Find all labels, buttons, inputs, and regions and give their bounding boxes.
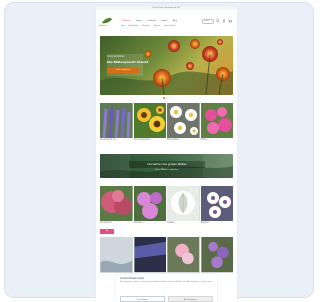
daisy-image [167,103,200,138]
product-tile-c3[interactable] [167,237,200,273]
search-input[interactable]: Suche… [202,18,214,24]
product-tile-hydrangea[interactable] [100,186,133,221]
user-icon[interactable] [222,19,226,23]
cookie-settings-button[interactable]: Einstellungen [120,296,165,302]
product-label[interactable]: Sonnenblumen › [134,138,167,145]
cookie-buttons: Einstellungen Alle akzeptieren [120,296,213,302]
carousel-dot[interactable] [168,97,171,99]
subnav-item-saison[interactable]: Saison [154,24,161,29]
carousel-dot-active[interactable] [162,97,165,99]
phlox-image [200,103,233,138]
carousel-dot[interactable] [165,97,168,99]
site-header: Gärtnerei Pflanzen Samen Zubehör Garten … [96,10,237,32]
cart-icon[interactable] [228,19,232,23]
product-label[interactable]: Phlox › [201,138,234,145]
dahlia-image [200,186,233,221]
product-tile-c4[interactable] [200,237,233,273]
promo-banner[interactable]: Die Gärten des großen Weltes Neue Pflanz… [100,154,233,178]
product-tile-dahlia[interactable] [200,186,233,221]
product-image [133,237,166,272]
sunflower-image [133,103,166,138]
logo-text: Gärtnerei [99,25,108,27]
cookie-title: Cookie-Einstellungen [120,277,145,280]
search-icon[interactable] [216,19,220,23]
product-label[interactable]: Gräser › [167,221,200,228]
subnav-item-beliebt[interactable]: Beliebt [143,24,150,29]
product-tile-phlox[interactable] [200,103,233,138]
nav-item-pflanzen[interactable]: Pflanzen [121,19,132,23]
hydrangea-image [100,186,133,221]
product-label[interactable]: Hortensien › [100,221,133,228]
product-tile-grass[interactable] [167,186,200,221]
hero-title: Die Blütenpracht kommt [107,60,149,64]
perennial-image [133,186,166,221]
product-label[interactable]: Margeriten › [167,138,200,145]
hero-cta-button[interactable]: Jetzt entdecken [107,68,140,73]
product-label[interactable]: Dahlien › [201,221,234,228]
nav-item-samen[interactable]: Samen [135,19,144,23]
hero-banner[interactable]: Sommerblüher Die Blütenpracht kommt Jetz… [100,36,233,95]
top-badge[interactable]: Top [100,229,114,234]
cookie-text: Wir verwenden Cookies, um dir das beste … [120,282,213,283]
cookie-accept-button[interactable]: Alle akzeptieren [168,296,213,302]
banner-title: Die Gärten des großen Weltes [147,163,187,166]
cookie-banner: Cookie-Einstellungen Wir verwenden Cooki… [116,274,217,302]
main-nav: Pflanzen Samen Zubehör Garten Blog [121,17,202,24]
product-labels-b: Hortensien › Stauden › Gräser › Dahlien … [100,221,234,228]
product-grid-c [100,237,233,273]
nav-item-garten[interactable]: Garten [160,19,169,23]
nav-item-zubehoer[interactable]: Zubehör [146,19,156,23]
header-actions: Suche… [202,18,232,24]
product-labels-a: Lavendel & Co. › Sonnenblumen › Margerit… [100,138,234,145]
product-label[interactable]: Lavendel & Co. › [100,138,133,145]
subnav-item-geschenke[interactable]: Geschenke [164,24,175,29]
banner-subtitle: Neue Pflanzen entdecken [155,169,179,171]
screenshot-frame: Kostenloser Versand ab 50€ Gärtnerei Pfl… [0,0,319,302]
product-image [100,237,133,272]
product-tile-c2[interactable] [133,237,166,273]
product-image [167,237,200,272]
product-grid-a [100,103,233,138]
product-tile-lavender[interactable] [100,103,133,138]
sub-nav: Neu Angebote Beliebt Saison Geschenke [121,24,202,29]
website-page: Kostenloser Versand ab 50€ Gärtnerei Pfl… [96,6,237,302]
hero-subtitle: Sommerblüher [107,55,125,58]
product-tile-c1[interactable] [100,237,133,273]
subnav-item-angebote[interactable]: Angebote [129,24,139,29]
nav-item-blog[interactable]: Blog [172,19,178,23]
product-image [200,237,233,272]
subnav-item-neu[interactable]: Neu [121,24,125,29]
product-tile-perennial[interactable] [133,186,166,221]
product-tile-sunflower[interactable] [133,103,166,138]
product-grid-b [100,186,233,221]
product-label[interactable]: Stauden › [134,221,167,228]
hero-carousel-dots [100,97,233,100]
grass-image [167,186,200,221]
lavender-image [100,103,133,138]
product-tile-daisy[interactable] [167,103,200,138]
